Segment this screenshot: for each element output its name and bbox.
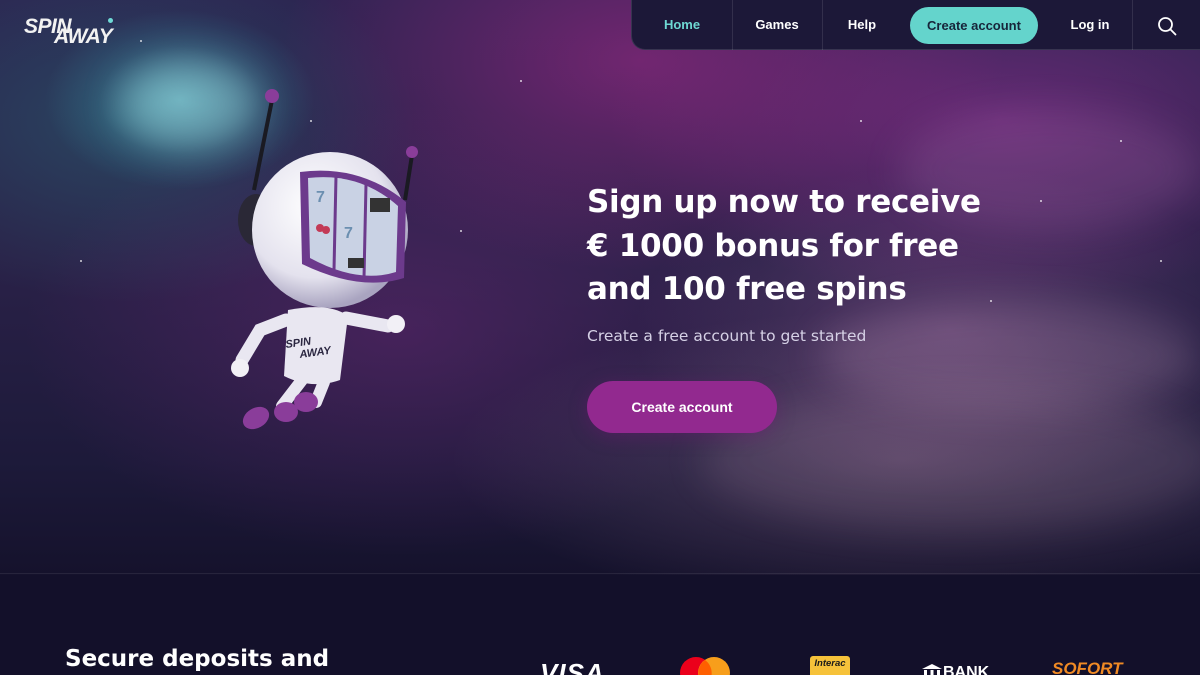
brand-logo[interactable]: SPIN AWAY — [24, 16, 114, 50]
nav-create-account-button[interactable]: Create account — [910, 7, 1038, 44]
visa-logo: VISA — [540, 658, 605, 675]
nav-divider — [1132, 0, 1133, 50]
bank-logo-text: BANK — [943, 664, 990, 675]
nav-login-button[interactable]: Log in — [1052, 0, 1128, 50]
secure-deposits-heading: Secure deposits and — [65, 646, 330, 672]
nav-home[interactable]: Home — [632, 0, 732, 50]
logo-dot — [108, 18, 113, 23]
svg-text:7: 7 — [344, 225, 353, 242]
mastercard-logo — [680, 657, 730, 675]
hero-headline-line-1: Sign up now to receive — [587, 184, 981, 220]
interac-logo: Interac — [810, 656, 850, 675]
svg-text:7: 7 — [316, 189, 325, 206]
robot-mascot-illustration: 7 7 SPIN AWAY — [231, 89, 418, 430]
logo-line-2: AWAY — [54, 25, 113, 48]
hero-headline: Sign up now to receive € 1000 bonus for … — [587, 181, 987, 312]
hero-headline-line-3: and 100 free spins — [587, 271, 907, 307]
hero-headline-line-2: € 1000 bonus for free — [587, 227, 959, 264]
bank-logo: BANK — [921, 664, 989, 675]
bank-building-icon — [922, 664, 942, 675]
top-nav: Home Games Help Create account Log in — [631, 0, 1200, 50]
nav-games[interactable]: Games — [732, 0, 822, 50]
hero-create-account-button[interactable]: Create account — [587, 381, 777, 433]
search-icon[interactable] — [1157, 16, 1177, 36]
hero-subtitle: Create a free account to get started — [587, 327, 867, 345]
sofort-logo: SOFORT — [1052, 659, 1123, 675]
nav-help[interactable]: Help — [822, 0, 902, 50]
